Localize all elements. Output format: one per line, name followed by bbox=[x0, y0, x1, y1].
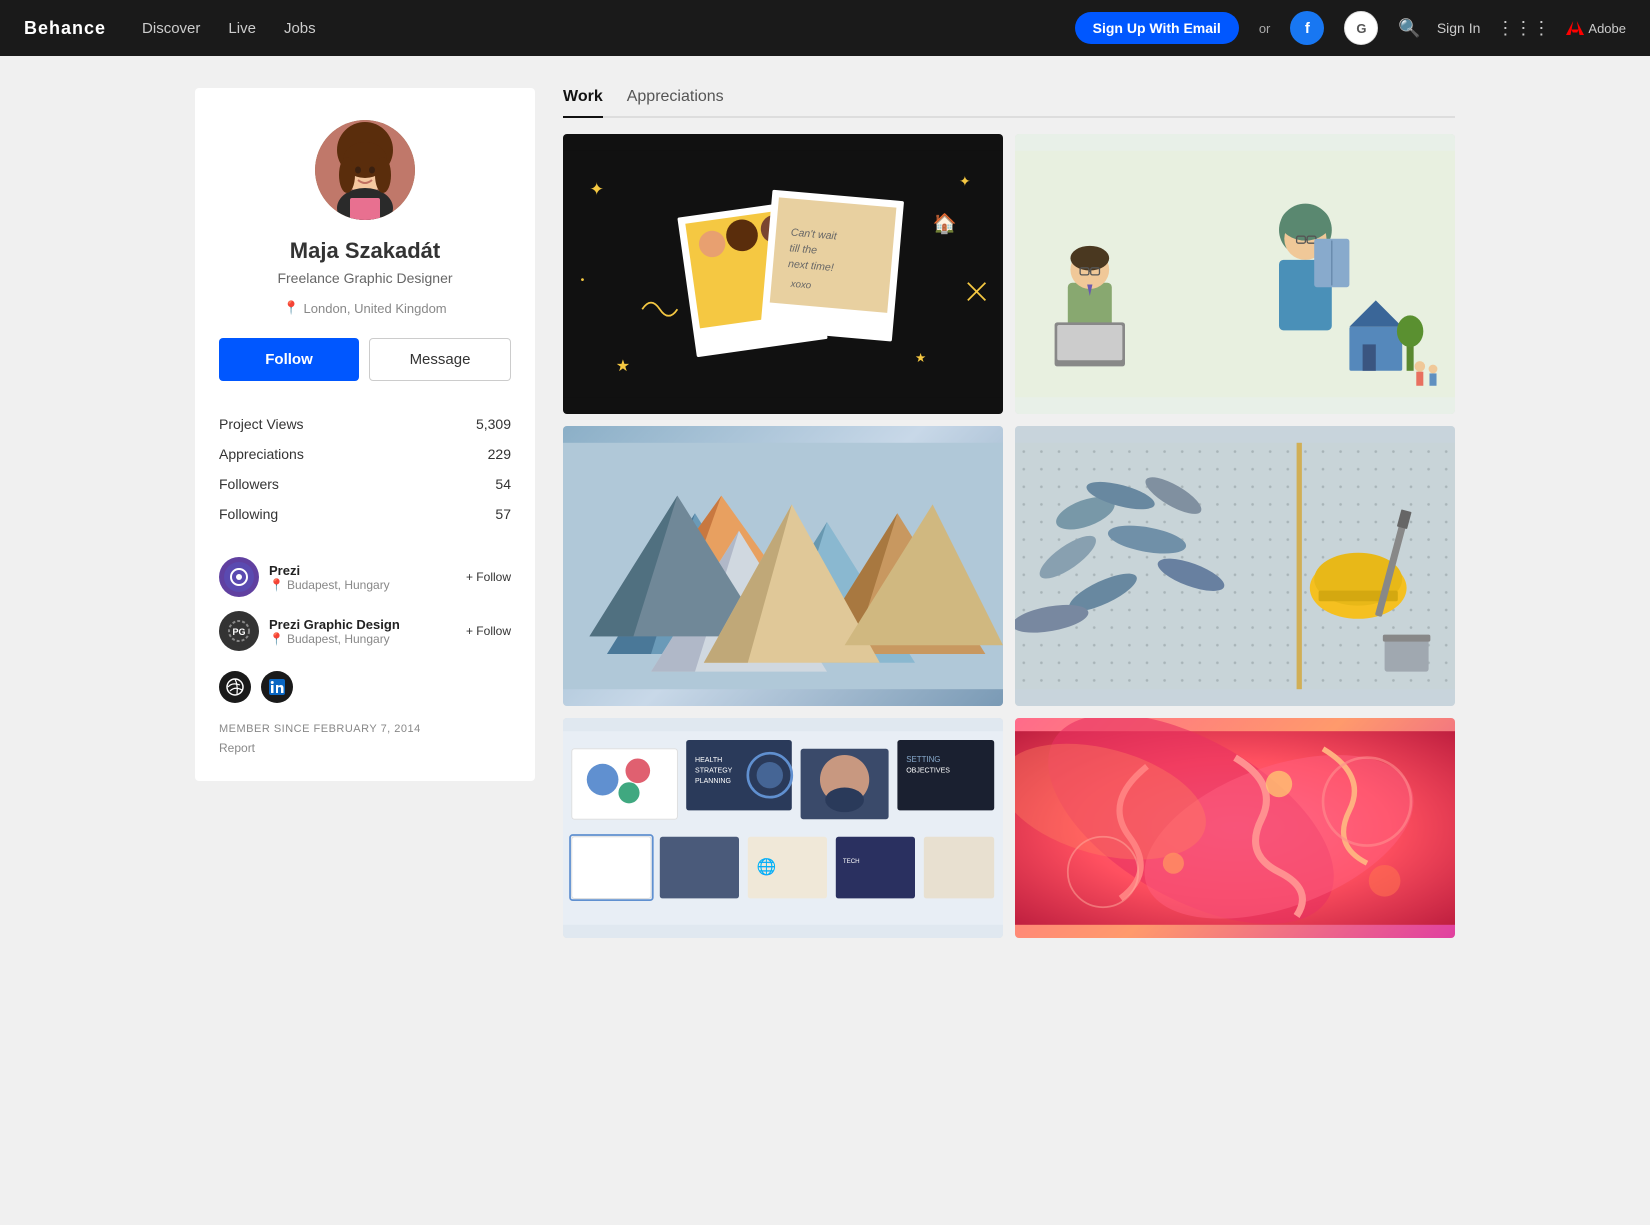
nav-right: 🔍 Sign In ⋮⋮⋮ Adobe bbox=[1398, 18, 1626, 39]
message-button[interactable]: Message bbox=[369, 338, 511, 381]
stats-table: Project Views 5,309 Appreciations 229 Fo… bbox=[219, 409, 511, 529]
stat-value-followers: 54 bbox=[495, 476, 511, 492]
stat-followers: Followers 54 bbox=[219, 469, 511, 499]
project-pinboard[interactable] bbox=[1015, 426, 1455, 706]
stat-value-views: 5,309 bbox=[476, 416, 511, 432]
nav-links: Discover Live Jobs bbox=[142, 20, 1055, 37]
svg-text:✦: ✦ bbox=[959, 173, 971, 189]
stat-following: Following 57 bbox=[219, 499, 511, 529]
facebook-login-button[interactable]: f bbox=[1290, 11, 1324, 45]
prezi-follow-button[interactable]: + Follow bbox=[466, 570, 511, 584]
location-text: London, United Kingdom bbox=[304, 301, 447, 316]
tab-appreciations[interactable]: Appreciations bbox=[627, 88, 724, 118]
tab-work[interactable]: Work bbox=[563, 88, 603, 118]
prezi-name: Prezi bbox=[269, 563, 456, 578]
svg-text:★: ★ bbox=[616, 358, 630, 375]
svg-text:OBJECTIVES: OBJECTIVES bbox=[906, 768, 950, 775]
svg-text:TECH: TECH bbox=[843, 858, 860, 865]
projects-grid: ✦ ✦ ★ ★ • 🏠 bbox=[563, 134, 1455, 938]
stat-value-app: 229 bbox=[488, 446, 511, 462]
search-icon[interactable]: 🔍 bbox=[1398, 18, 1420, 39]
report-link[interactable]: Report bbox=[219, 741, 255, 755]
stat-label-followers: Followers bbox=[219, 476, 279, 492]
stat-label-following: Following bbox=[219, 506, 278, 522]
navbar: Behance Discover Live Jobs Sign Up With … bbox=[0, 0, 1650, 56]
prezi-graphic-info: Prezi Graphic Design 📍 Budapest, Hungary bbox=[269, 617, 456, 646]
nav-discover[interactable]: Discover bbox=[142, 20, 200, 37]
svg-text:★: ★ bbox=[915, 351, 926, 365]
affiliation-prezi-graphic: PG Prezi Graphic Design 📍 Budapest, Hung… bbox=[219, 611, 511, 651]
stat-project-views: Project Views 5,309 bbox=[219, 409, 511, 439]
nav-or-label: or bbox=[1259, 21, 1271, 36]
svg-text:STRATEGY: STRATEGY bbox=[695, 768, 733, 775]
avatar-wrap bbox=[219, 120, 511, 220]
svg-text:•: • bbox=[581, 274, 585, 286]
project-illustration[interactable] bbox=[1015, 134, 1455, 414]
adobe-logo: Adobe bbox=[1566, 19, 1626, 37]
stat-label-app: Appreciations bbox=[219, 446, 304, 462]
prezi-graphic-pin-icon: 📍 bbox=[269, 632, 284, 646]
project-presentation[interactable]: HEALTH STRATEGY PLANNING SETTING OBJECTI… bbox=[563, 718, 1003, 938]
prezi-graphic-follow-button[interactable]: + Follow bbox=[466, 624, 511, 638]
stat-label-views: Project Views bbox=[219, 416, 304, 432]
nav-live[interactable]: Live bbox=[228, 20, 256, 37]
stat-appreciations: Appreciations 229 bbox=[219, 439, 511, 469]
follow-button[interactable]: Follow bbox=[219, 338, 359, 381]
profile-sidebar: Maja Szakadát Freelance Graphic Designer… bbox=[195, 88, 535, 781]
social-icons bbox=[219, 671, 511, 703]
project-abstract[interactable] bbox=[1015, 718, 1455, 938]
linkedin-link[interactable] bbox=[261, 671, 293, 703]
profile-name: Maja Szakadát bbox=[219, 238, 511, 264]
prezi-location: 📍 Budapest, Hungary bbox=[269, 578, 456, 592]
profile-location: 📍 London, United Kingdom bbox=[219, 300, 511, 316]
svg-text:PG: PG bbox=[232, 627, 245, 637]
svg-text:till the: till the bbox=[789, 242, 818, 256]
prezi-info: Prezi 📍 Budapest, Hungary bbox=[269, 563, 456, 592]
svg-text:xoxo: xoxo bbox=[789, 279, 812, 292]
prezi-logo[interactable] bbox=[219, 557, 259, 597]
google-login-button[interactable]: G bbox=[1344, 11, 1378, 45]
prezi-graphic-location: 📍 Budapest, Hungary bbox=[269, 632, 456, 646]
member-since: MEMBER SINCE FEBRUARY 7, 2014 bbox=[219, 723, 511, 735]
location-pin-icon: 📍 bbox=[283, 300, 299, 316]
signin-link[interactable]: Sign In bbox=[1437, 20, 1481, 36]
project-polaroid[interactable]: ✦ ✦ ★ ★ • 🏠 bbox=[563, 134, 1003, 414]
action-buttons: Follow Message bbox=[219, 338, 511, 381]
profile-title: Freelance Graphic Designer bbox=[219, 270, 511, 286]
svg-text:SETTING: SETTING bbox=[906, 755, 940, 764]
grid-icon[interactable]: ⋮⋮⋮ bbox=[1496, 18, 1550, 39]
dribbble-link[interactable] bbox=[219, 671, 251, 703]
svg-text:🌐: 🌐 bbox=[757, 857, 777, 876]
avatar bbox=[315, 120, 415, 220]
project-triangles[interactable] bbox=[563, 426, 1003, 706]
adobe-label: Adobe bbox=[1588, 21, 1626, 36]
svg-text:✦: ✦ bbox=[589, 179, 604, 199]
prezi-pin-icon: 📍 bbox=[269, 578, 284, 592]
svg-text:🏠: 🏠 bbox=[933, 213, 957, 235]
nav-logo[interactable]: Behance bbox=[24, 18, 106, 39]
main-content: Work Appreciations ✦ ✦ ★ ★ • 🏠 bbox=[563, 88, 1455, 938]
prezi-graphic-name: Prezi Graphic Design bbox=[269, 617, 456, 632]
affiliation-prezi: Prezi 📍 Budapest, Hungary + Follow bbox=[219, 557, 511, 597]
nav-jobs[interactable]: Jobs bbox=[284, 20, 316, 37]
signup-button[interactable]: Sign Up With Email bbox=[1075, 12, 1239, 44]
tabs: Work Appreciations bbox=[563, 88, 1455, 118]
svg-text:PLANNING: PLANNING bbox=[695, 778, 731, 785]
prezi-graphic-logo[interactable]: PG bbox=[219, 611, 259, 651]
stat-value-following: 57 bbox=[495, 506, 511, 522]
svg-text:HEALTH: HEALTH bbox=[695, 757, 722, 764]
page-wrapper: Maja Szakadát Freelance Graphic Designer… bbox=[175, 88, 1475, 938]
